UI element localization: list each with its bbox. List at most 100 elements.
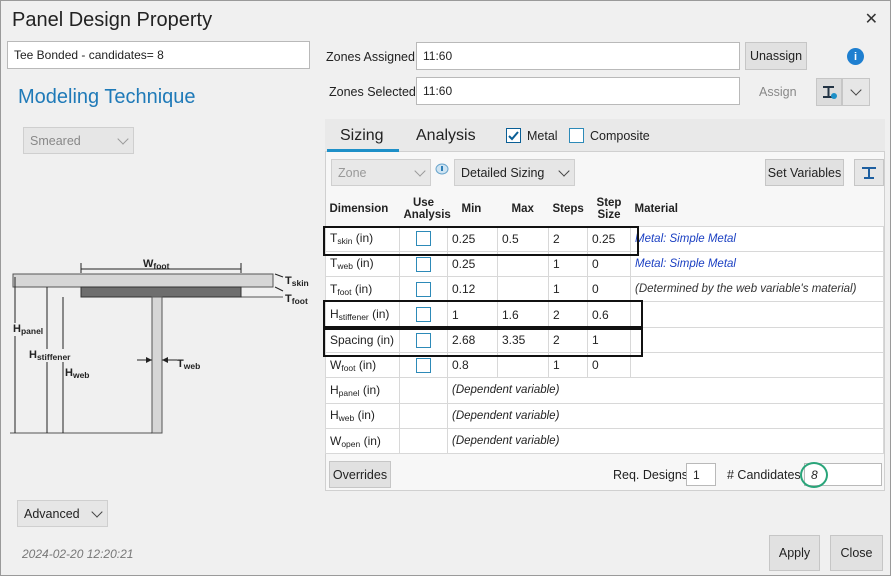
min-cell[interactable]: 2.68	[447, 326, 498, 353]
req-designs-label: Req. Designs	[613, 468, 689, 482]
dimension-cell: Hweb (in)	[325, 402, 400, 429]
skin-plate	[12, 273, 274, 288]
overrides-button[interactable]: Overrides	[329, 461, 391, 488]
steps-cell[interactable]: 1	[548, 351, 588, 379]
use-analysis-checkbox[interactable]	[416, 231, 431, 247]
steps-cell[interactable]: 2	[548, 301, 588, 328]
sizing-mode-dropdown[interactable]: Detailed Sizing	[454, 159, 575, 186]
zone-select-tool-button[interactable]	[816, 78, 842, 106]
zones-assigned-field[interactable]: 11:60	[416, 42, 740, 70]
chevron-down-icon	[414, 164, 426, 177]
req-designs-input[interactable]: 1	[686, 463, 716, 486]
use-analysis-cell[interactable]	[399, 326, 448, 353]
table-row: Spacing (in) 2.68 3.35 2 1	[325, 326, 884, 353]
use-analysis-cell[interactable]	[399, 225, 448, 252]
max-cell[interactable]: 3.35	[497, 326, 549, 353]
max-cell[interactable]	[497, 351, 549, 379]
ibeam-select-icon	[823, 86, 837, 99]
steps-cell[interactable]: 2	[548, 225, 588, 252]
material-cell[interactable]: Metal: Simple Metal	[630, 250, 884, 278]
advanced-dropdown[interactable]: Advanced	[17, 500, 108, 527]
max-cell[interactable]	[497, 276, 549, 303]
header-steps: Steps	[548, 193, 588, 226]
composite-checkbox[interactable]	[569, 128, 584, 143]
unassign-button[interactable]: Unassign	[745, 42, 807, 70]
tab-analysis[interactable]: Analysis	[416, 127, 476, 145]
table-row: Tfoot (in) 0.12 1 0 (Determined by the web v…	[325, 276, 884, 303]
design-variables-table: Dimension Use Analysis Min Max Steps Ste…	[325, 193, 885, 455]
apply-button[interactable]: Apply	[769, 535, 820, 571]
use-analysis-checkbox[interactable]	[416, 307, 431, 323]
use-analysis-cell	[399, 377, 448, 404]
use-analysis-cell[interactable]	[399, 301, 448, 328]
min-cell[interactable]: 1	[447, 301, 498, 328]
close-button[interactable]: Close	[830, 535, 883, 571]
stiffener-shape-button[interactable]	[854, 159, 884, 186]
min-cell[interactable]: 0.25	[447, 250, 498, 278]
steps-cell[interactable]: 1	[548, 250, 588, 278]
tool-dropdown-button[interactable]	[842, 78, 870, 106]
min-cell[interactable]: 0.12	[447, 276, 498, 303]
candidates-highlight-ring	[800, 462, 828, 488]
step-size-cell[interactable]: 0	[587, 276, 631, 303]
concept-name-field[interactable]: Tee Bonded - candidates= 8	[7, 41, 310, 69]
use-analysis-cell	[399, 402, 448, 429]
metal-checkbox-group[interactable]: Metal	[506, 128, 558, 143]
steps-cell[interactable]: 1	[548, 276, 588, 303]
dialog-title: Panel Design Property	[12, 9, 213, 31]
max-cell[interactable]: 0.5	[497, 225, 549, 252]
use-analysis-checkbox[interactable]	[416, 357, 431, 373]
metal-label: Metal	[527, 128, 558, 143]
technique-value: Smeared	[30, 133, 81, 148]
info-icon[interactable]: i	[847, 48, 864, 65]
composite-checkbox-group[interactable]: Composite	[569, 128, 650, 143]
use-analysis-cell[interactable]	[399, 351, 448, 379]
table-row: Tskin (in) 0.25 0.5 2 0.25 Metal: Simple Meta…	[325, 225, 884, 252]
step-size-cell[interactable]: 0	[587, 351, 631, 379]
filter-icon[interactable]	[434, 163, 450, 177]
step-size-cell[interactable]: 0	[587, 250, 631, 278]
composite-label: Composite	[590, 128, 650, 143]
dimension-cell: Hpanel (in)	[325, 377, 400, 404]
technique-dropdown[interactable]: Smeared	[23, 127, 134, 154]
use-analysis-checkbox[interactable]	[416, 256, 431, 272]
max-cell[interactable]	[497, 250, 549, 278]
close-icon[interactable]: ✕	[865, 9, 878, 29]
max-cell[interactable]: 1.6	[497, 301, 549, 328]
zones-assigned-label: Zones Assigned:	[326, 50, 419, 64]
web-plate	[151, 296, 163, 434]
req-designs-value: 1	[693, 467, 700, 482]
dependent-cell: (Dependent variable)	[447, 402, 884, 429]
use-analysis-checkbox[interactable]	[416, 332, 431, 348]
metal-checkbox[interactable]	[506, 128, 521, 143]
sizing-mode-value: Detailed Sizing	[461, 165, 545, 180]
dimension-cell: Wfoot (in)	[325, 351, 400, 379]
steps-cell[interactable]: 2	[548, 326, 588, 353]
chevron-down-icon	[117, 132, 129, 145]
tab-sizing[interactable]: Sizing	[340, 127, 384, 145]
w-foot-label: Wfoot	[143, 258, 170, 271]
zones-selected-field[interactable]: 11:60	[416, 77, 740, 105]
table-row: Wopen (in) (Dependent variable)	[325, 427, 884, 455]
table-header-row: Dimension Use Analysis Min Max Steps Ste…	[325, 193, 884, 226]
header-use-analysis: Use Analysis	[399, 193, 451, 226]
material-cell[interactable]: Metal: Simple Metal	[630, 225, 884, 252]
table-row: Hpanel (in) (Dependent variable)	[325, 377, 884, 404]
min-cell[interactable]: 0.25	[447, 225, 498, 252]
use-analysis-cell[interactable]	[399, 276, 448, 303]
use-analysis-cell[interactable]	[399, 250, 448, 278]
min-cell[interactable]: 0.8	[447, 351, 498, 379]
step-size-cell[interactable]: 1	[587, 326, 631, 353]
active-tab-indicator	[327, 149, 399, 152]
step-size-cell[interactable]: 0.6	[587, 301, 631, 328]
concept-name-value: Tee Bonded - candidates= 8	[14, 48, 164, 62]
step-size-cell[interactable]: 0.25	[587, 225, 631, 252]
zone-dropdown[interactable]: Zone	[331, 159, 431, 186]
material-cell	[630, 351, 884, 379]
set-variables-button[interactable]: Set Variables	[765, 159, 844, 186]
timestamp: 2024-02-20 12:20:21	[22, 547, 134, 561]
check-icon	[508, 131, 519, 141]
table-row: Hstiffener (in) 1 1.6 2 0.6	[325, 301, 884, 328]
assign-button[interactable]: Assign	[759, 85, 797, 99]
use-analysis-checkbox[interactable]	[416, 281, 431, 297]
